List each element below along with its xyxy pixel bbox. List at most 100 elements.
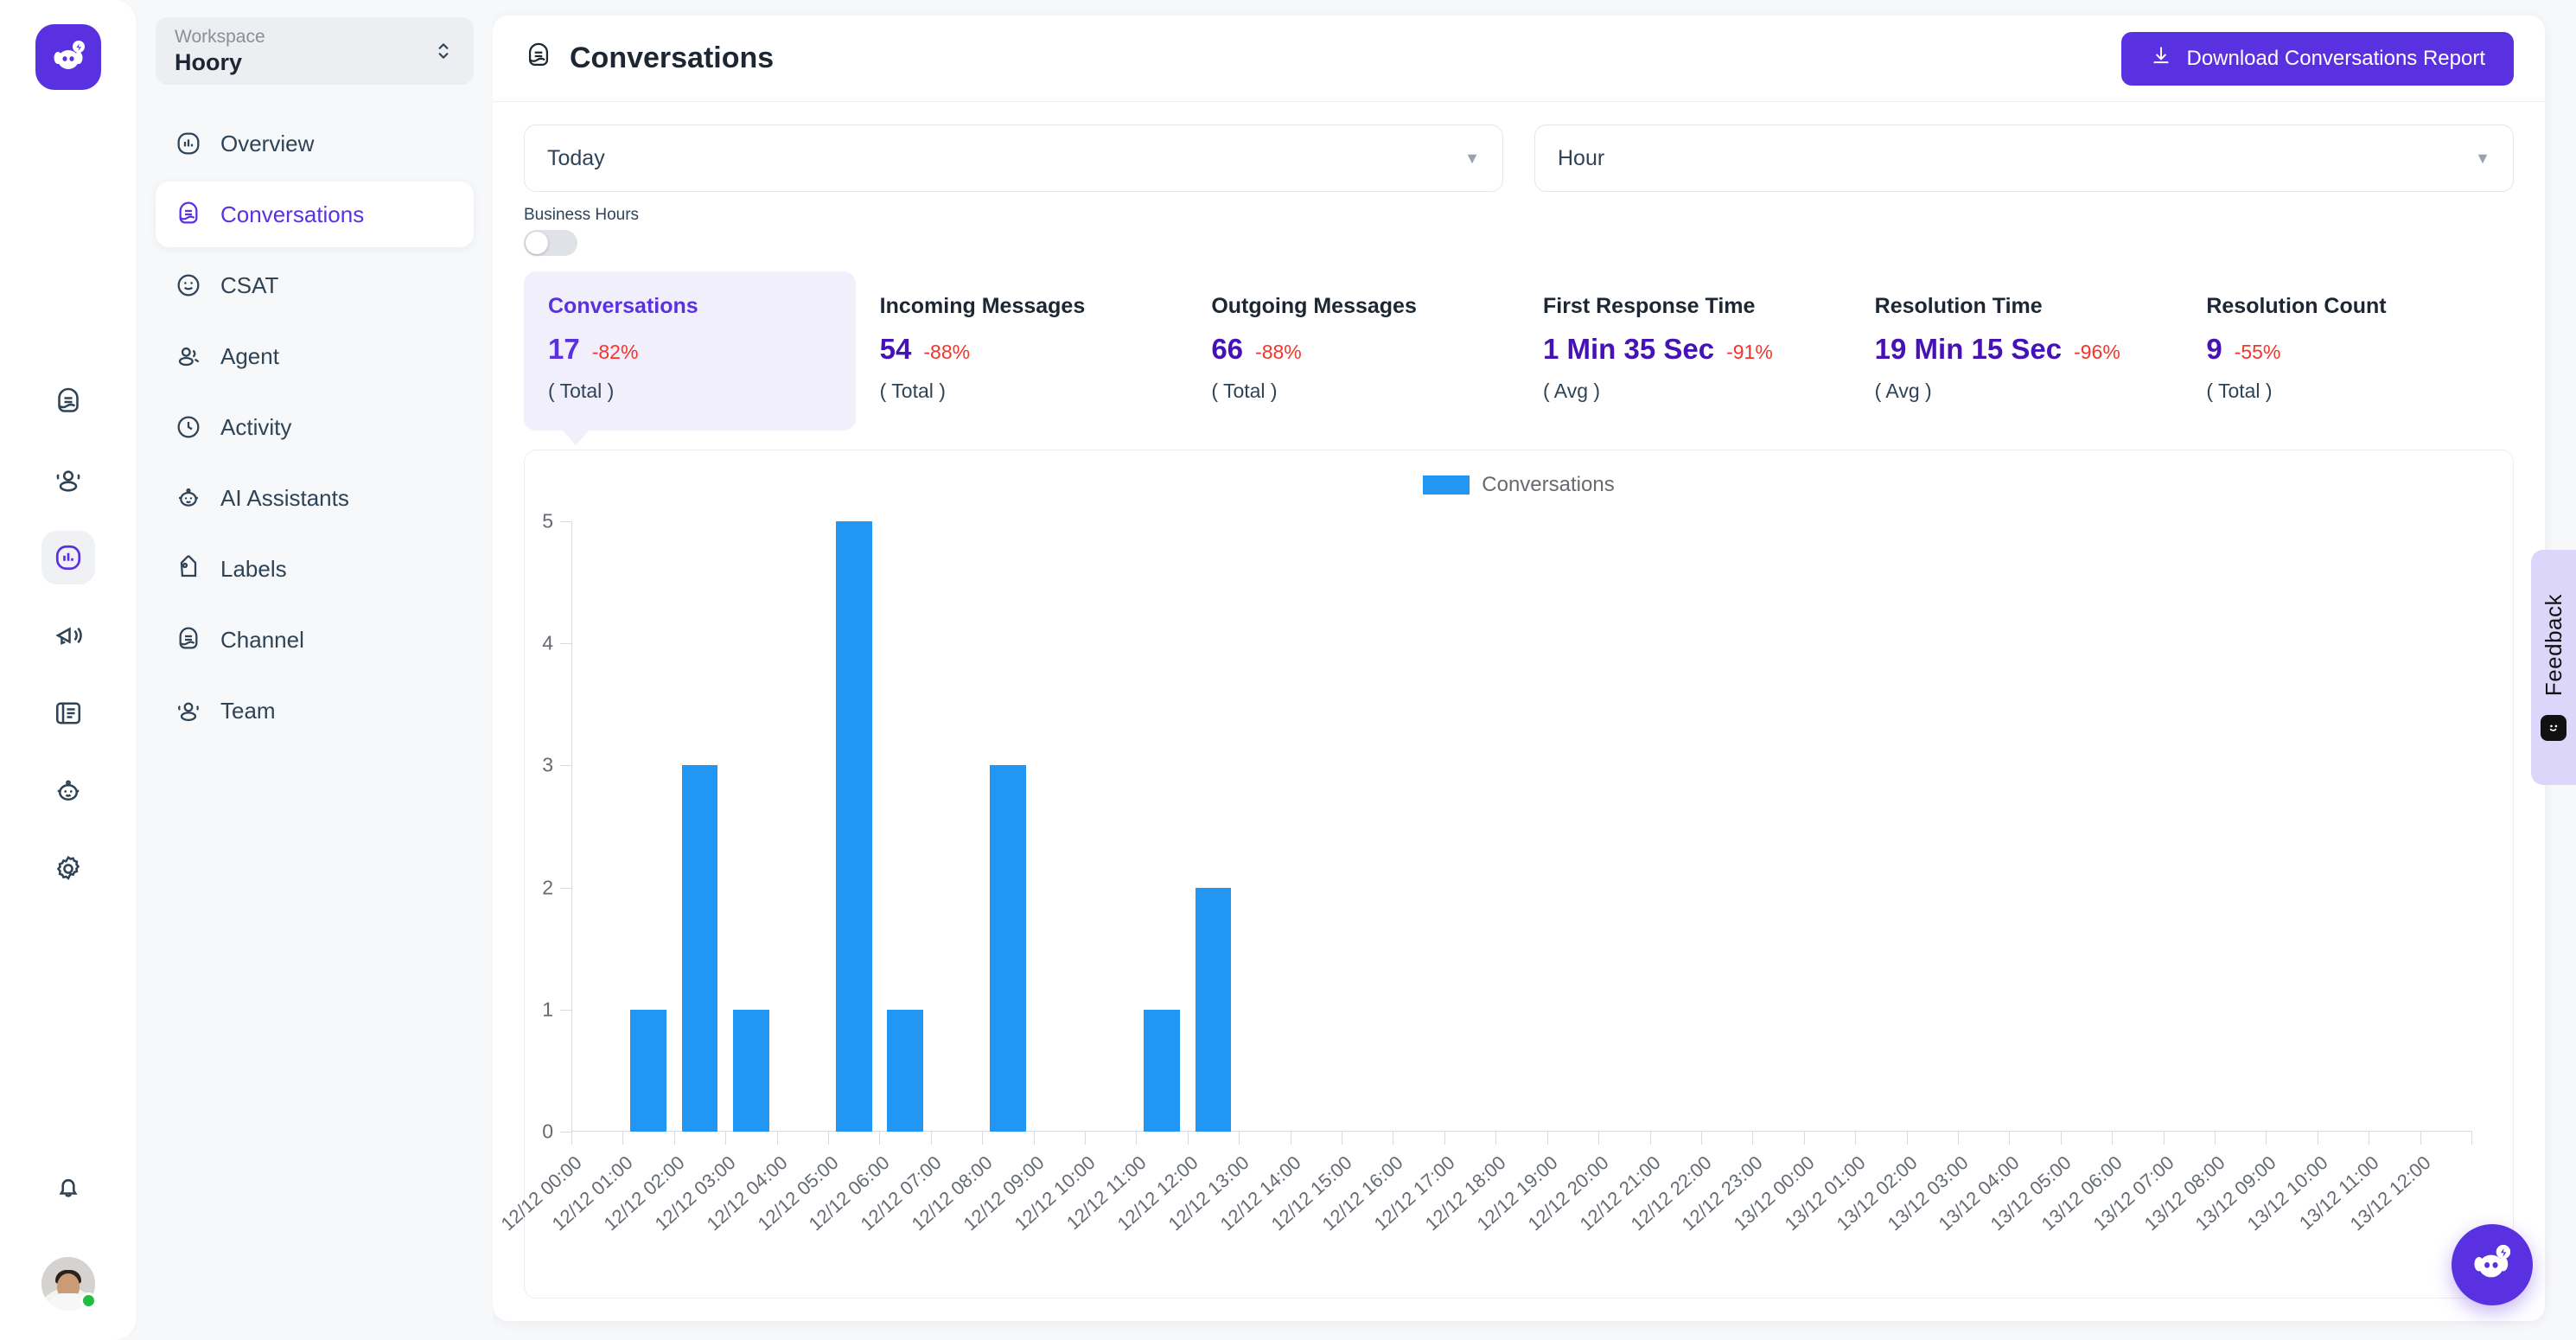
metric-card-outgoing-messages[interactable]: Outgoing Messages 66 -88% ( Total ) xyxy=(1187,271,1519,431)
workspace-switcher[interactable]: Workspace Hoory xyxy=(156,17,474,85)
rail-ai-assistant-icon[interactable] xyxy=(41,764,95,818)
legend-label: Conversations xyxy=(1482,473,1615,496)
x-axis-tick xyxy=(879,1131,881,1145)
x-axis-tick xyxy=(982,1131,984,1145)
card-body: Today ▼ Hour ▼ Business Hours Conversati… xyxy=(493,102,2545,1321)
y-axis-tick-label: 5 xyxy=(542,509,553,533)
x-axis-tick xyxy=(1649,1131,1651,1145)
workspace-label: Workspace xyxy=(175,27,265,47)
sidebar-item-csat[interactable]: CSAT xyxy=(156,252,474,318)
chart-bars xyxy=(571,521,2471,1132)
date-range-select[interactable]: Today ▼ xyxy=(524,124,1503,192)
rail-conversations-icon[interactable] xyxy=(41,375,95,429)
rail-campaigns-icon[interactable] xyxy=(41,609,95,662)
chart-bar[interactable] xyxy=(990,765,1026,1132)
rail-reports-icon[interactable] xyxy=(41,531,95,584)
card-header: Conversations Download Conversations Rep… xyxy=(493,16,2545,102)
metric-card-resolution-count[interactable]: Resolution Count 9 -55% ( Total ) xyxy=(2182,271,2514,431)
sidebar-item-label: Team xyxy=(220,697,276,724)
sidebar-item-ai-assistants[interactable]: AI Assistants xyxy=(156,465,474,531)
metric-card-incoming-messages[interactable]: Incoming Messages 54 -88% ( Total ) xyxy=(856,271,1188,431)
sidebar-item-channel[interactable]: Channel xyxy=(156,607,474,673)
x-axis-tick xyxy=(1444,1131,1445,1145)
sidebar-item-team[interactable]: Team xyxy=(156,678,474,743)
grouping-select[interactable]: Hour ▼ xyxy=(1534,124,2514,192)
sidebar-item-label: AI Assistants xyxy=(220,484,349,511)
hoory-logo-icon[interactable] xyxy=(35,24,101,90)
sidebar-item-label: Labels xyxy=(220,555,287,582)
metric-title: Conversations xyxy=(548,294,698,318)
sidebar-item-conversations[interactable]: Conversations xyxy=(156,182,474,247)
conversation-icon xyxy=(175,626,202,654)
x-axis-tick xyxy=(776,1131,778,1145)
legend-swatch xyxy=(1423,475,1470,495)
rail-icon-list xyxy=(41,375,95,896)
chart-bar[interactable] xyxy=(1195,887,1232,1132)
chart-bar[interactable] xyxy=(630,1009,666,1132)
hoory-chat-button[interactable] xyxy=(2452,1224,2533,1305)
x-axis-tick xyxy=(2420,1131,2421,1145)
rail-contacts-icon[interactable] xyxy=(41,453,95,507)
metric-card-resolution-time[interactable]: Resolution Time 19 Min 15 Sec -96% ( Avg… xyxy=(1851,271,2183,431)
sidebar-item-overview[interactable]: Overview xyxy=(156,111,474,176)
filter-row: Today ▼ Hour ▼ xyxy=(524,124,2514,192)
sidebar-item-labels[interactable]: Labels xyxy=(156,536,474,602)
x-axis-tick xyxy=(1239,1131,1240,1145)
x-axis-tick xyxy=(1187,1131,1189,1145)
chevron-down-icon: ▼ xyxy=(2475,149,2490,167)
rail-settings-icon[interactable] xyxy=(41,842,95,896)
metric-title: Resolution Count xyxy=(2206,294,2387,318)
metric-card-first-response-time[interactable]: First Response Time 1 Min 35 Sec -91% ( … xyxy=(1519,271,1851,431)
metric-subtitle: ( Total ) xyxy=(548,380,615,402)
feedback-label: Feedback xyxy=(2540,593,2566,697)
metric-delta: -82% xyxy=(591,341,639,363)
y-axis-tick xyxy=(560,765,572,767)
chart-bar[interactable] xyxy=(835,521,872,1132)
tag-icon xyxy=(175,555,202,583)
sidebar-item-label: Conversations xyxy=(220,201,365,227)
rail-knowledge-base-icon[interactable] xyxy=(41,686,95,740)
x-axis-tick xyxy=(1598,1131,1600,1145)
y-axis-tick xyxy=(560,643,572,645)
sidebar-item-agent[interactable]: Agent xyxy=(156,323,474,389)
sidebar-item-label: CSAT xyxy=(220,271,279,298)
business-hours-toggle[interactable] xyxy=(524,230,577,256)
x-axis-tick xyxy=(1085,1131,1087,1145)
y-axis-tick xyxy=(560,1132,572,1133)
workspace-name: Hoory xyxy=(175,49,243,75)
x-axis-tick xyxy=(1495,1131,1497,1145)
metric-subtitle: ( Total ) xyxy=(879,380,946,402)
metric-value-row: 66 -88% xyxy=(1211,333,1495,366)
team-icon xyxy=(175,697,202,724)
user-avatar[interactable] xyxy=(41,1257,97,1311)
chart-bar[interactable] xyxy=(1144,1009,1180,1132)
y-axis-tick-label: 2 xyxy=(542,876,553,899)
metric-title: Resolution Time xyxy=(1874,294,2043,318)
metric-card-conversations[interactable]: Conversations 17 -82% ( Total ) xyxy=(524,271,856,445)
chart-plot-area: 012345 12/12 00:00 12/12 01:00 12/12 02:00… xyxy=(497,502,2513,1298)
clock-icon xyxy=(175,413,202,441)
metric-delta: -55% xyxy=(2234,341,2281,363)
metric-delta: -88% xyxy=(1255,341,1302,363)
sidebar-item-label: Overview xyxy=(220,130,315,156)
chart-bar[interactable] xyxy=(887,1009,923,1132)
conversation-icon xyxy=(524,41,553,75)
metric-value: 9 xyxy=(2206,333,2222,365)
bell-icon[interactable] xyxy=(41,1160,95,1214)
feedback-tab[interactable]: Feedback xyxy=(2531,550,2576,785)
x-axis-tick xyxy=(2112,1131,2114,1145)
metric-title: First Response Time xyxy=(1542,294,1756,318)
chart-bar[interactable] xyxy=(681,765,718,1132)
chart-bar[interactable] xyxy=(733,1009,769,1132)
y-axis-tick-label: 3 xyxy=(542,753,553,776)
x-axis-tick xyxy=(2009,1131,2011,1145)
metric-subtitle: ( Avg ) xyxy=(1542,380,1601,402)
user-group-icon xyxy=(175,342,202,370)
download-conversations-report-button[interactable]: Download Conversations Report xyxy=(2121,31,2514,86)
chevron-updown-icon xyxy=(432,40,455,62)
smiley-icon xyxy=(175,271,202,299)
x-axis-tick xyxy=(1700,1131,1702,1145)
metric-value: 54 xyxy=(879,333,912,365)
sidebar-item-activity[interactable]: Activity xyxy=(156,394,474,460)
rail-bottom-group xyxy=(0,1160,137,1311)
